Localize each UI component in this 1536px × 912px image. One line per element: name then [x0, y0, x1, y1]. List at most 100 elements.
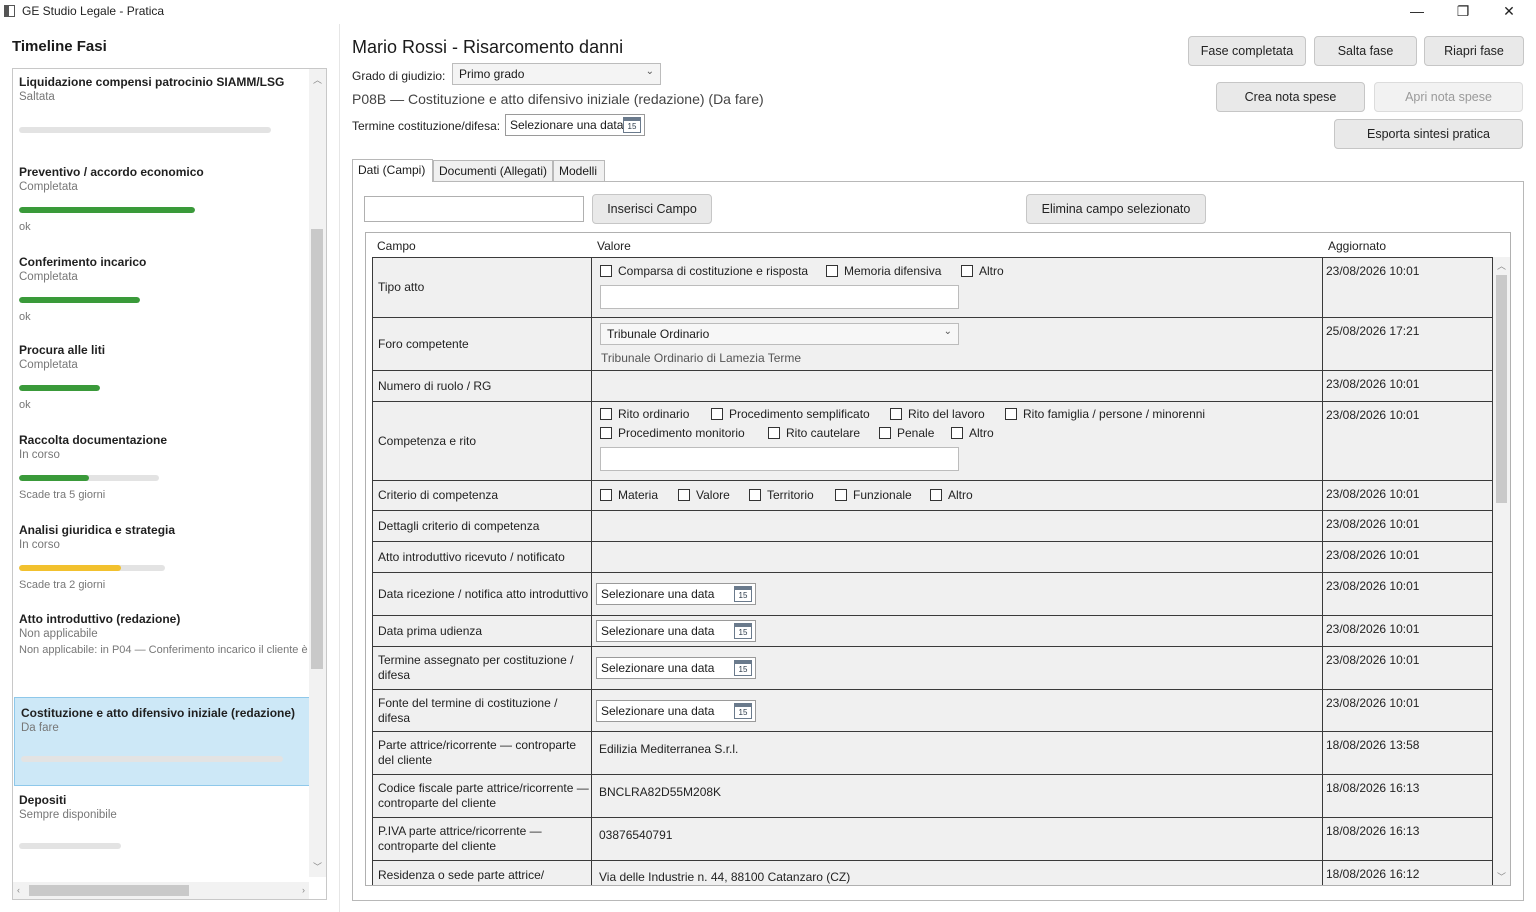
checkbox-rito-lavoro[interactable]: Rito del lavoro [890, 407, 985, 421]
table-row[interactable]: Atto introduttivo ricevuto / notificato … [372, 542, 1493, 573]
calendar-icon[interactable]: 15 [734, 586, 752, 602]
checkbox-valore[interactable]: Valore [678, 488, 730, 502]
sidebar-vertical-scrollbar[interactable]: ︿ ﹀ [309, 69, 326, 877]
phase-item[interactable]: Atto introduttivo (redazione) Non applic… [13, 612, 309, 692]
checkbox-rito-cautelare[interactable]: Rito cautelare [768, 426, 860, 440]
checkbox-procedimento-semplificato[interactable]: Procedimento semplificato [711, 407, 870, 421]
scroll-up-icon[interactable]: ︿ [313, 73, 322, 86]
create-expense-note-button[interactable]: Crea nota spese [1216, 82, 1365, 112]
phase-item[interactable]: Depositi Sempre disponibile [13, 793, 309, 873]
field-name-input[interactable] [364, 196, 584, 222]
checkbox-box[interactable] [1005, 408, 1017, 420]
column-header-campo[interactable]: Campo [377, 239, 416, 253]
grid-vertical-scrollbar[interactable]: ︿ ﹀ [1493, 257, 1510, 885]
checkbox-rito-famiglia[interactable]: Rito famiglia / persone / minorenni [1005, 407, 1205, 421]
complete-phase-button[interactable]: Fase completata [1188, 36, 1306, 66]
cell-valore[interactable]: Via delle Industrie n. 44, 88100 Catanza… [592, 861, 1323, 885]
checkbox-box[interactable] [711, 408, 723, 420]
checkbox-box[interactable] [826, 265, 838, 277]
phase-item[interactable]: Raccolta documentazione In corso Scade t… [13, 433, 309, 519]
checkbox-box[interactable] [835, 489, 847, 501]
delete-selected-field-button[interactable]: Elimina campo selezionato [1026, 194, 1206, 224]
checkbox-materia[interactable]: Materia [600, 488, 658, 502]
calendar-icon[interactable]: 15 [734, 623, 752, 639]
scroll-up-icon[interactable]: ︿ [1497, 259, 1506, 272]
table-row[interactable]: Residenza o sede parte attrice/ Via dell… [372, 861, 1493, 885]
insert-field-button[interactable]: Inserisci Campo [592, 194, 712, 224]
table-row[interactable]: Fonte del termine di costituzione / dife… [372, 690, 1493, 732]
phase-item[interactable]: Preventivo / accordo economico Completat… [13, 165, 309, 251]
checkbox-altro[interactable]: Altro [930, 488, 973, 502]
calendar-icon[interactable]: 15 [623, 117, 641, 133]
tipo-atto-text-input[interactable] [600, 285, 959, 309]
checkbox-box[interactable] [600, 408, 612, 420]
checkbox-altro[interactable]: Altro [951, 426, 994, 440]
checkbox-box[interactable] [768, 427, 780, 439]
table-row[interactable]: Termine assegnato per costituzione / dif… [372, 647, 1493, 690]
scrollbar-thumb[interactable] [1496, 275, 1507, 503]
tab-modelli[interactable]: Modelli [553, 160, 605, 182]
phase-item[interactable]: Liquidazione compensi patrocinio SIAMM/L… [13, 75, 309, 161]
fields-grid[interactable]: Campo Valore Aggiornato Tipo atto Compar… [365, 232, 1511, 886]
table-row[interactable]: Foro competente Tribunale Ordinario ⌄ Tr… [372, 318, 1493, 371]
checkbox-comparsa[interactable]: Comparsa di costituzione e risposta [600, 264, 808, 278]
scroll-left-icon[interactable]: ‹ [17, 885, 20, 895]
checkbox-box[interactable] [961, 265, 973, 277]
checkbox-territorio[interactable]: Territorio [749, 488, 814, 502]
checkbox-box[interactable] [600, 489, 612, 501]
cell-valore[interactable] [592, 511, 1323, 541]
scrollbar-thumb[interactable] [29, 885, 189, 896]
checkbox-rito-ordinario[interactable]: Rito ordinario [600, 407, 689, 421]
scroll-down-icon[interactable]: ﹀ [1497, 870, 1506, 883]
checkbox-box[interactable] [749, 489, 761, 501]
column-header-aggiornato[interactable]: Aggiornato [1328, 239, 1386, 253]
phase-item[interactable]: Analisi giuridica e strategia In corso S… [13, 523, 309, 609]
sidebar-horizontal-scrollbar[interactable]: ‹ › [13, 882, 309, 899]
checkbox-funzionale[interactable]: Funzionale [835, 488, 912, 502]
competenza-text-input[interactable] [600, 447, 959, 471]
scroll-down-icon[interactable]: ﹀ [313, 860, 322, 873]
checkbox-box[interactable] [890, 408, 902, 420]
reopen-phase-button[interactable]: Riapri fase [1424, 36, 1524, 66]
table-row[interactable]: Competenza e rito Rito ordinario Procedi… [372, 402, 1493, 481]
table-row[interactable]: Parte attrice/ricorrente — controparte d… [372, 732, 1493, 775]
checkbox-box[interactable] [600, 427, 612, 439]
date-picker[interactable]: Selezionare una data 15 [596, 700, 756, 722]
table-row[interactable]: Criterio di competenza Materia Valore Te… [372, 481, 1493, 511]
phase-timeline-list[interactable]: Liquidazione compensi patrocinio SIAMM/L… [12, 68, 327, 900]
minimize-button[interactable]: — [1394, 0, 1440, 24]
scroll-right-icon[interactable]: › [302, 885, 305, 895]
skip-phase-button[interactable]: Salta fase [1314, 36, 1417, 66]
calendar-icon[interactable]: 15 [734, 660, 752, 676]
phase-item[interactable]: Conferimento incarico Completata ok [13, 255, 309, 341]
checkbox-box[interactable] [930, 489, 942, 501]
table-row[interactable]: Data ricezione / notifica atto introdutt… [372, 573, 1493, 616]
restore-button[interactable]: ❐ [1440, 0, 1486, 24]
cell-valore[interactable]: 03876540791 [592, 818, 1323, 860]
cell-valore[interactable]: BNCLRA82D55M208K [592, 775, 1323, 817]
cell-valore[interactable] [592, 542, 1323, 572]
checkbox-box[interactable] [600, 265, 612, 277]
tab-dati-campi[interactable]: Dati (Campi) [352, 159, 433, 182]
checkbox-penale[interactable]: Penale [879, 426, 934, 440]
scrollbar-thumb[interactable] [311, 229, 323, 669]
checkbox-memoria[interactable]: Memoria difensiva [826, 264, 941, 278]
open-expense-note-button[interactable]: Apri nota spese [1374, 82, 1523, 112]
cell-valore[interactable] [592, 371, 1323, 401]
export-summary-button[interactable]: Esporta sintesi pratica [1334, 119, 1523, 149]
phase-item-selected[interactable]: Costituzione e atto difensivo iniziale (… [14, 697, 310, 786]
table-row[interactable]: P.IVA parte attrice/ricorrente — controp… [372, 818, 1493, 861]
cell-valore[interactable]: Edilizia Mediterranea S.r.l. [592, 732, 1323, 774]
close-button[interactable]: ✕ [1486, 0, 1532, 24]
grade-select[interactable]: Primo grado ⌄ [452, 63, 661, 85]
date-picker[interactable]: Selezionare una data 15 [596, 657, 756, 679]
table-row[interactable]: Dettagli criterio di competenza 23/08/20… [372, 511, 1493, 542]
table-row[interactable]: Tipo atto Comparsa di costituzione e ris… [372, 257, 1493, 318]
table-row[interactable]: Codice fiscale parte attrice/ricorrente … [372, 775, 1493, 818]
checkbox-box[interactable] [951, 427, 963, 439]
foro-competente-select[interactable]: Tribunale Ordinario ⌄ [600, 323, 959, 345]
deadline-date-picker[interactable]: Selezionare una data 15 [505, 114, 645, 136]
calendar-icon[interactable]: 15 [734, 703, 752, 719]
date-picker[interactable]: Selezionare una data 15 [596, 620, 756, 642]
date-picker[interactable]: Selezionare una data 15 [596, 583, 756, 605]
